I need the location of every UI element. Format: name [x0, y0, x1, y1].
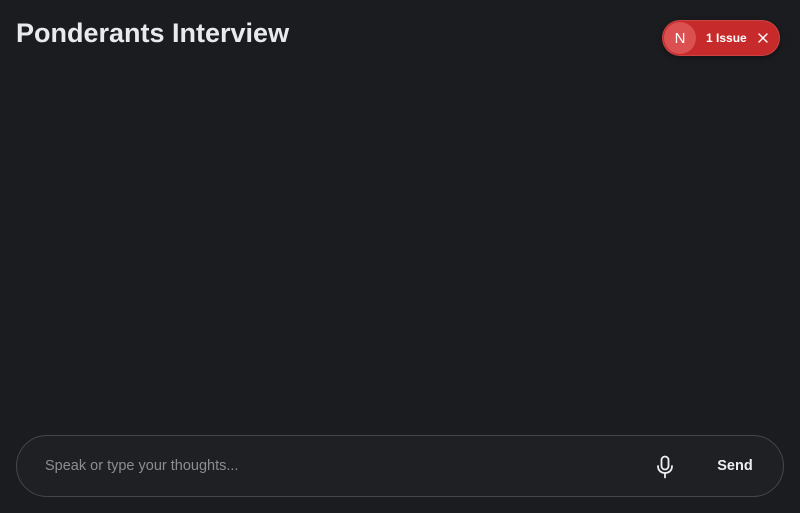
close-icon-glyph [758, 33, 768, 43]
message-composer: Send [16, 435, 784, 497]
close-icon[interactable] [756, 31, 770, 45]
microphone-button[interactable] [651, 453, 679, 481]
issues-badge[interactable]: N 1 Issue [662, 20, 780, 56]
send-button[interactable]: Send [705, 451, 765, 481]
issue-count-label[interactable]: 1 Issue [706, 20, 747, 56]
page-title: Ponderants Interview [16, 18, 290, 48]
nextjs-logo-icon[interactable]: N [664, 22, 696, 54]
message-input[interactable] [45, 451, 635, 481]
microphone-icon [657, 455, 673, 479]
